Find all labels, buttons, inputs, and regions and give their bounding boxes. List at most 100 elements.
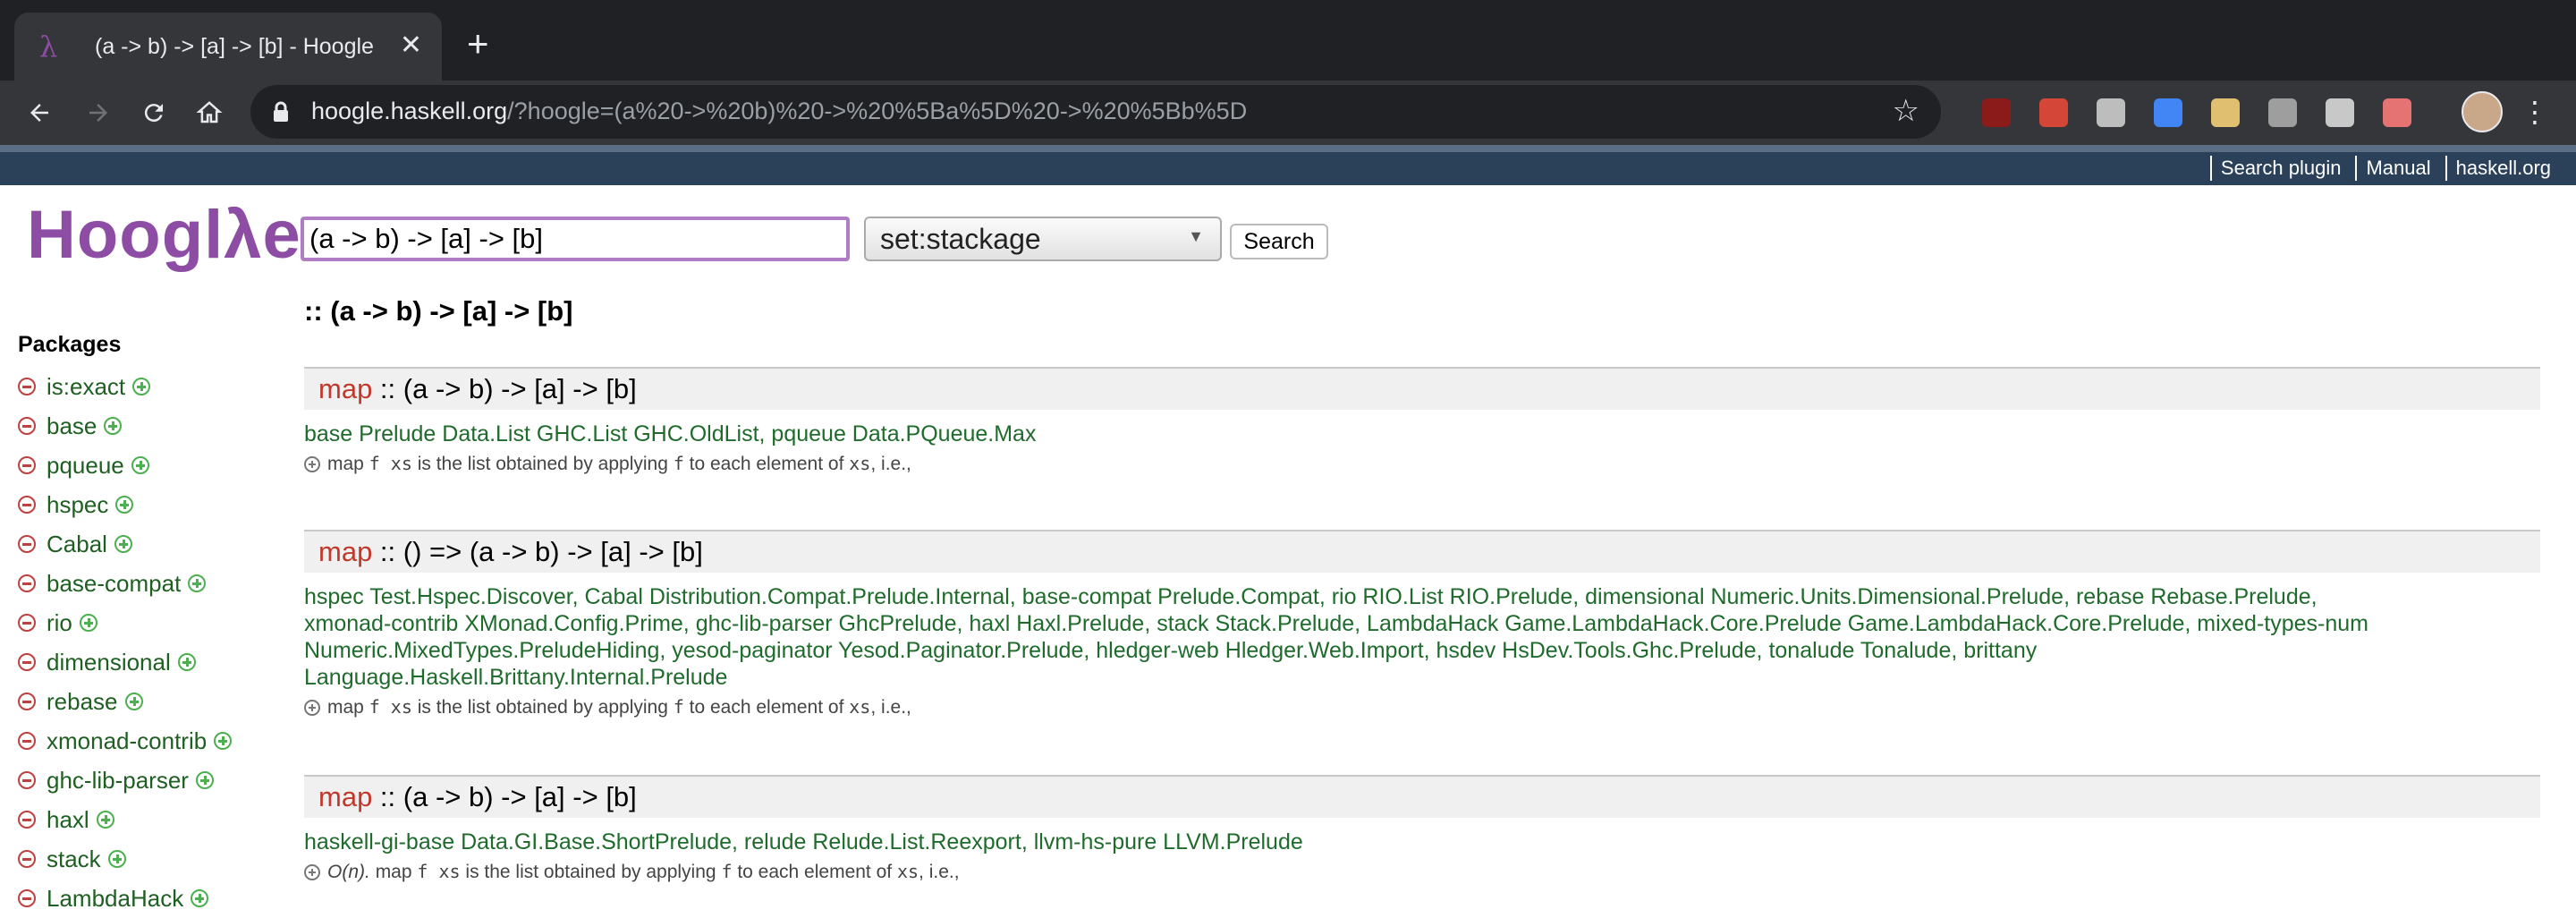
expand-icon[interactable]: [304, 455, 320, 472]
package-label[interactable]: LambdaHack: [47, 885, 183, 913]
shield-extension-icon[interactable]: [2154, 98, 2182, 127]
haskell-org-link[interactable]: haskell.org: [2445, 156, 2560, 181]
result-function-link[interactable]: map: [318, 536, 372, 567]
home-icon[interactable]: [186, 89, 233, 136]
result-header: map :: (a -> b) -> [a] -> [b]: [304, 367, 2540, 410]
package-label[interactable]: haxl: [47, 806, 89, 834]
modules-line[interactable]: Language.Haskell.Brittany.Internal.Prelu…: [304, 664, 2540, 691]
url-text: hoogle.haskell.org/?hoogle=(a%20->%20b)%…: [311, 98, 1247, 125]
package-label[interactable]: is:exact: [47, 373, 125, 401]
modules-line[interactable]: base Prelude Data.List GHC.List GHC.OldL…: [304, 421, 2540, 447]
star-icon[interactable]: ☆: [1893, 96, 1919, 126]
plus-icon[interactable]: [96, 811, 114, 829]
top-strip: [0, 145, 2576, 152]
image-extension-icon[interactable]: [2326, 98, 2354, 127]
plus-icon[interactable]: [195, 771, 214, 789]
minus-icon[interactable]: [18, 535, 36, 553]
package-label[interactable]: dimensional: [47, 649, 171, 676]
expand-icon[interactable]: [304, 699, 320, 716]
doc-text: map f xs is the list obtained by applyin…: [327, 453, 911, 475]
package-label[interactable]: pqueue: [47, 452, 124, 480]
package-item: Cabal: [18, 524, 232, 564]
close-icon[interactable]: ✕: [400, 30, 422, 61]
plus-icon[interactable]: [177, 653, 196, 671]
ublock-extension-icon[interactable]: [1982, 98, 2011, 127]
minus-icon[interactable]: [18, 889, 36, 907]
plus-icon[interactable]: [115, 496, 134, 514]
profile-avatar[interactable]: [2462, 91, 2503, 132]
package-label[interactable]: hspec: [47, 491, 108, 519]
minus-icon[interactable]: [18, 378, 36, 395]
manual-link[interactable]: Manual: [2355, 156, 2439, 181]
plus-icon[interactable]: [191, 889, 209, 907]
doc-word: , i.e.,: [919, 862, 960, 882]
tab-title: (a -> b) -> [a] -> [b] - Hoogle: [95, 33, 374, 59]
document-extension-icon[interactable]: [2097, 98, 2125, 127]
doc-word: to each element of: [737, 862, 893, 882]
result-function-link[interactable]: map: [318, 373, 372, 404]
expand-icon[interactable]: [304, 863, 320, 880]
package-label[interactable]: stack: [47, 846, 101, 873]
plus-icon[interactable]: [114, 535, 132, 553]
minus-icon[interactable]: [18, 693, 36, 710]
glasses-extension-icon[interactable]: [2211, 98, 2240, 127]
hoogle-topbar: Search plugin Manual haskell.org: [0, 152, 2576, 185]
modules-line[interactable]: haskell-gi-base Data.GI.Base.ShortPrelud…: [304, 829, 2540, 855]
search-plugin-link[interactable]: Search plugin: [2209, 156, 2351, 181]
minus-icon[interactable]: [18, 614, 36, 632]
minus-icon[interactable]: [18, 496, 36, 514]
modules-line[interactable]: hspec Test.Hspec.Discover, Cabal Distrib…: [304, 583, 2540, 610]
package-label[interactable]: xmonad-contrib: [47, 727, 207, 755]
minus-icon[interactable]: [18, 574, 36, 592]
doc-word: to each element of: [689, 697, 844, 718]
minus-icon[interactable]: [18, 732, 36, 750]
minus-icon[interactable]: [18, 811, 36, 829]
hoogle-logo[interactable]: Hooglλe: [27, 195, 301, 276]
package-label[interactable]: Cabal: [47, 531, 107, 558]
result-item: map :: (a -> b) -> [a] -> [b] base Prelu…: [304, 367, 2540, 475]
tab-strip: λ (a -> b) -> [a] -> [b] - Hoogle ✕ +: [0, 0, 2576, 81]
plus-icon[interactable]: [188, 574, 207, 592]
doc-word: is the list obtained by applying: [417, 697, 668, 718]
minus-icon[interactable]: [18, 850, 36, 868]
plus-icon[interactable]: [104, 417, 123, 435]
modules-line[interactable]: xmonad-contrib XMonad.Config.Prime, ghc-…: [304, 610, 2540, 637]
plus-icon[interactable]: [214, 732, 233, 750]
minus-icon[interactable]: [18, 417, 36, 435]
minus-icon[interactable]: [18, 653, 36, 671]
package-label[interactable]: base-compat: [47, 570, 181, 598]
package-label[interactable]: rio: [47, 609, 72, 637]
minus-icon[interactable]: [18, 456, 36, 474]
search-input[interactable]: [301, 217, 850, 261]
doc-code: f: [673, 696, 684, 718]
forward-arrow-icon[interactable]: [75, 89, 122, 136]
package-label[interactable]: rebase: [47, 688, 118, 716]
minus-icon[interactable]: [18, 771, 36, 789]
package-label[interactable]: ghc-lib-parser: [47, 767, 189, 795]
reload-icon[interactable]: [131, 89, 177, 136]
packages-sidebar: Packages is:exact base pqueue hspec Caba…: [18, 331, 233, 918]
package-label[interactable]: base: [47, 412, 97, 440]
plus-icon[interactable]: [107, 850, 126, 868]
k-extension-icon[interactable]: [2268, 98, 2297, 127]
back-arrow-icon[interactable]: [16, 89, 63, 136]
package-item: xmonad-contrib: [18, 721, 233, 761]
lock-icon: [272, 101, 290, 127]
pdf-extension-icon[interactable]: [2039, 98, 2068, 127]
new-tab-button[interactable]: +: [467, 25, 489, 63]
scope-select[interactable]: set:stackage ▼: [864, 217, 1222, 261]
plus-icon[interactable]: [131, 456, 149, 474]
menu-dots-icon[interactable]: ⋮: [2521, 89, 2549, 134]
top-links: Search plugin Manual haskell.org: [2205, 156, 2560, 181]
result-function-link[interactable]: map: [318, 781, 372, 812]
window-extension-icon[interactable]: [2383, 98, 2411, 127]
doc-text: O(n). map f xs is the list obtained by a…: [327, 861, 960, 883]
search-button[interactable]: Search: [1230, 224, 1328, 259]
plus-icon[interactable]: [124, 693, 143, 710]
active-tab[interactable]: λ (a -> b) -> [a] -> [b] - Hoogle ✕: [14, 13, 442, 81]
address-bar[interactable]: hoogle.haskell.org/?hoogle=(a%20->%20b)%…: [250, 85, 1941, 139]
modules-line[interactable]: Numeric.MixedTypes.PreludeHiding, yesod-…: [304, 637, 2540, 664]
plus-icon[interactable]: [132, 378, 151, 395]
plus-icon[interactable]: [79, 614, 97, 632]
doc-code: f xs: [369, 453, 412, 474]
